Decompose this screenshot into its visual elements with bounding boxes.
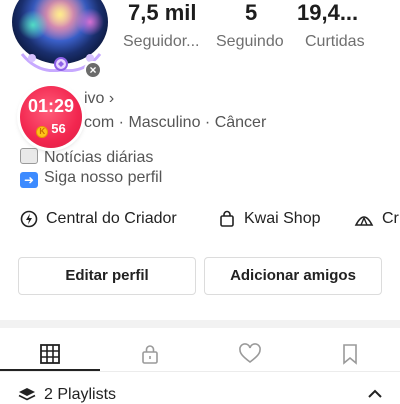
following-count[interactable]: 5 bbox=[245, 0, 257, 26]
playlists-label: 2 Playlists bbox=[44, 386, 117, 403]
bio-line-2: ➜ Siga nosso perfil bbox=[20, 169, 162, 188]
arrow-right-icon: ➜ bbox=[20, 172, 38, 188]
more-shortcut-label: Cr bbox=[382, 210, 399, 227]
status-text: ivo bbox=[84, 90, 105, 107]
bio-text: Notícias diárias bbox=[44, 149, 154, 166]
tab-liked[interactable] bbox=[200, 336, 300, 372]
playlists-header[interactable]: 2 Playlists bbox=[18, 386, 116, 404]
add-friends-button[interactable]: Adicionar amigos bbox=[204, 257, 382, 295]
bookmark-icon bbox=[343, 344, 357, 365]
selected-tab-indicator bbox=[0, 369, 100, 371]
timer-reward-badge[interactable]: 01:29 K 56 bbox=[20, 86, 82, 148]
more-shortcut-button[interactable]: Cr bbox=[354, 206, 399, 232]
lightning-icon bbox=[20, 210, 38, 228]
tent-icon bbox=[354, 216, 374, 226]
chevron-right-icon: › bbox=[104, 90, 115, 107]
kwai-shop-label: Kwai Shop bbox=[244, 210, 321, 227]
bio-text: Siga nosso perfil bbox=[44, 169, 163, 186]
creator-center-button[interactable]: Central do Criador bbox=[20, 206, 177, 232]
followers-label[interactable]: Seguidor... bbox=[123, 33, 200, 51]
edit-profile-button[interactable]: Editar perfil bbox=[18, 257, 196, 295]
coin-value: 56 bbox=[51, 121, 66, 136]
followers-count[interactable]: 7,5 mil bbox=[128, 0, 196, 26]
avatar-glow bbox=[18, 10, 48, 40]
coin-icon: K bbox=[36, 126, 49, 138]
chevron-up-icon[interactable] bbox=[366, 388, 384, 400]
stack-icon bbox=[18, 388, 36, 401]
bio-line-1: Notícias diárias bbox=[20, 148, 153, 167]
lock-icon bbox=[142, 345, 158, 364]
tab-private[interactable] bbox=[100, 336, 200, 372]
profile-info-line: com · Masculino · Câncer bbox=[84, 114, 267, 131]
coin-count: K 56 bbox=[20, 121, 82, 138]
status-line[interactable]: ivo › bbox=[84, 90, 114, 108]
newspaper-icon bbox=[20, 148, 38, 164]
timer-countdown: 01:29 bbox=[27, 96, 75, 116]
tab-saved[interactable] bbox=[300, 336, 400, 372]
likes-count[interactable]: 19,4... bbox=[297, 0, 358, 26]
tab-posts-grid[interactable] bbox=[0, 336, 100, 372]
shopping-bag-icon bbox=[220, 210, 234, 227]
kwai-shop-button[interactable]: Kwai Shop bbox=[218, 206, 321, 232]
likes-label[interactable]: Curtidas bbox=[305, 33, 365, 51]
close-icon[interactable]: × bbox=[84, 61, 102, 79]
grid-icon bbox=[40, 344, 60, 364]
creator-center-label: Central do Criador bbox=[46, 210, 177, 227]
tabs-baseline bbox=[0, 371, 400, 372]
section-divider bbox=[0, 320, 400, 328]
following-label[interactable]: Seguindo bbox=[216, 33, 284, 51]
heart-icon bbox=[239, 343, 261, 364]
avatar-glow bbox=[76, 8, 104, 36]
